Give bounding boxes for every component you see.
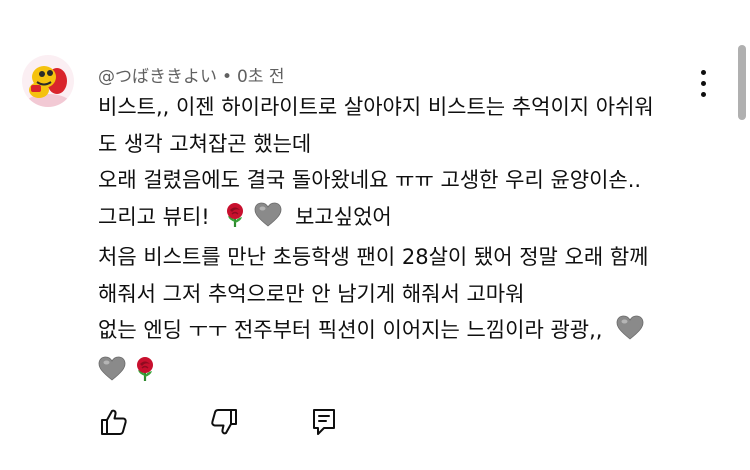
thumbs-down-icon [211, 409, 237, 435]
comment-line: 해줘서 그저 추억으로만 안 남기게 해줘서 고마워 [98, 281, 525, 306]
comment-line: 비스트,, 이젠 하이라이트로 살아야지 비스트는 추억이지 아쉬워 [98, 95, 654, 119]
dislike-button[interactable] [207, 405, 241, 439]
meta-separator: • [222, 67, 233, 87]
comment-text-segment: 보고싶었어 [295, 204, 392, 229]
comment-body: 비스트,, 이젠 하이라이트로 살아야지 비스트는 추억이지 아쉬워 도 생각 … [98, 89, 683, 393]
rose-emoji [133, 356, 157, 394]
avatar[interactable] [22, 55, 74, 107]
grey-heart-emoji [254, 202, 282, 240]
avatar-image [22, 55, 74, 107]
comment-menu-button[interactable] [690, 68, 718, 100]
reply-icon [313, 409, 335, 435]
comment-line: 도 생각 고쳐잡곤 했는데 [98, 131, 312, 156]
rose-emoji [223, 202, 247, 240]
grey-heart-emoji [616, 315, 644, 353]
comment-text-segment: 없는 엔딩 ㅜㅜ 전주부터 픽션이 이어지는 느낌이라 광광,, [98, 318, 603, 342]
thumbs-up-icon [101, 409, 127, 435]
comment-text-segment: 그리고 뷰티! [98, 204, 210, 229]
comment-line-with-emoji: 그리고 뷰티! 보고싶었어 [98, 199, 683, 240]
comment-meta: @つばききよい • 0초 전 [98, 62, 285, 87]
reply-button[interactable] [307, 405, 341, 439]
comment-line-with-emoji: 없는 엔딩 ㅜㅜ 전주부터 픽션이 이어지는 느낌이라 광광,, [98, 312, 683, 353]
comment-timestamp[interactable]: 0초 전 [237, 67, 285, 87]
comment-line: 처음 비스트를 만난 초등학생 팬이 28살이 됐어 정말 오래 함께 [98, 245, 649, 269]
grey-heart-emoji [98, 356, 126, 394]
comment-item: @つばききよい • 0초 전 비스트,, 이젠 하이라이트로 살아야지 비스트는 추… [0, 0, 750, 470]
comment-line-emoji-only [98, 353, 683, 394]
author-name[interactable]: @つばききよい [98, 67, 217, 87]
scrollbar[interactable] [738, 45, 746, 120]
like-button[interactable] [97, 405, 131, 439]
comment-line: 오래 걸렸음에도 결국 돌아왔네요 ㅠㅠ 고생한 우리 윤양이손.. [98, 168, 642, 192]
